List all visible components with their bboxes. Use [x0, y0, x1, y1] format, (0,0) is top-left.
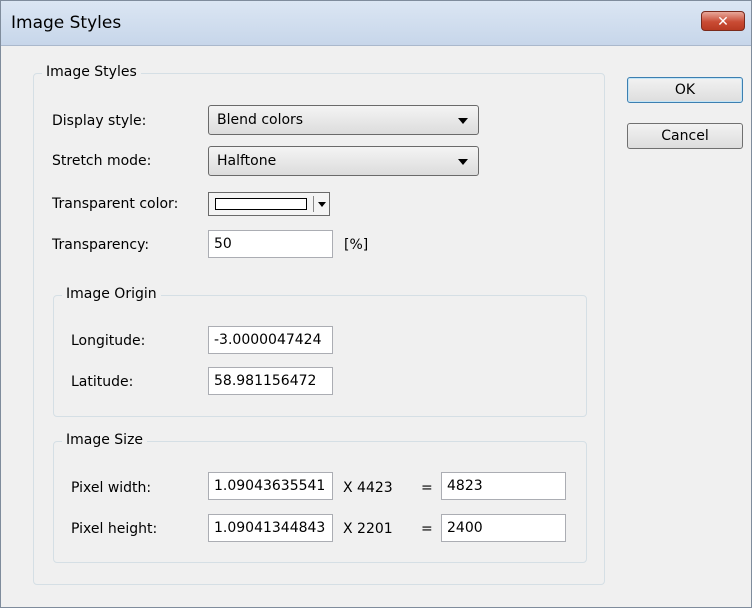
pixel-width-scale-input[interactable]: 1.09043635541: [208, 472, 333, 500]
cancel-button[interactable]: Cancel: [627, 123, 743, 149]
pixel-height-scale-value: 1.09041344843: [214, 520, 326, 536]
transparency-label: Transparency:: [52, 237, 150, 253]
dialog-title: Image Styles: [11, 13, 122, 33]
stretch-mode-label: Stretch mode:: [52, 153, 152, 169]
pixel-width-label: Pixel width:: [71, 480, 152, 496]
image-origin-group-label: Image Origin: [62, 286, 161, 302]
chevron-down-icon: [458, 118, 468, 124]
image-size-group-label: Image Size: [62, 432, 148, 448]
close-icon: ✕: [717, 14, 729, 30]
pixel-width-result-value: 4823: [447, 478, 483, 494]
ok-button[interactable]: OK: [627, 77, 743, 103]
latitude-label: Latitude:: [71, 374, 134, 390]
longitude-input[interactable]: -3.0000047424: [208, 326, 333, 354]
pixel-height-result-value: 2400: [447, 520, 483, 536]
pixel-height-result-input[interactable]: 2400: [441, 514, 566, 542]
longitude-label: Longitude:: [71, 333, 146, 349]
pixel-width-equals: =: [421, 480, 433, 496]
transparency-unit: [%]: [344, 237, 369, 253]
display-style-value: Blend colors: [217, 112, 304, 128]
pixel-height-multiplier: X 2201: [343, 521, 393, 537]
chevron-down-icon: [458, 159, 468, 165]
latitude-input[interactable]: 58.981156472: [208, 367, 333, 395]
pixel-width-multiplier: X 4423: [343, 480, 393, 496]
latitude-value: 58.981156472: [214, 373, 317, 389]
stretch-mode-select[interactable]: Halftone: [208, 146, 479, 176]
pixel-width-result-input[interactable]: 4823: [441, 472, 566, 500]
pixel-height-equals: =: [421, 521, 433, 537]
display-style-select[interactable]: Blend colors: [208, 105, 479, 135]
pixel-height-label: Pixel height:: [71, 521, 158, 537]
image-origin-group: Image Origin: [53, 286, 587, 417]
transparency-input[interactable]: 50: [208, 230, 333, 258]
pixel-width-scale-value: 1.09043635541: [214, 478, 326, 494]
image-styles-dialog: Image Styles ✕ OK Cancel Image Styles Di…: [0, 0, 752, 608]
image-size-group: Image Size: [53, 432, 587, 563]
color-swatch: [215, 198, 307, 210]
picker-divider: [313, 196, 314, 212]
title-bar[interactable]: Image Styles ✕: [1, 1, 751, 46]
stretch-mode-value: Halftone: [217, 153, 277, 169]
transparency-value: 50: [214, 236, 232, 252]
close-button[interactable]: ✕: [701, 11, 745, 31]
display-style-label: Display style:: [52, 113, 147, 129]
image-styles-group-label: Image Styles: [42, 64, 141, 80]
transparent-color-picker[interactable]: [208, 192, 330, 216]
chevron-down-icon: [318, 202, 326, 207]
transparent-color-label: Transparent color:: [52, 196, 179, 212]
pixel-height-scale-input[interactable]: 1.09041344843: [208, 514, 333, 542]
longitude-value: -3.0000047424: [214, 332, 322, 348]
